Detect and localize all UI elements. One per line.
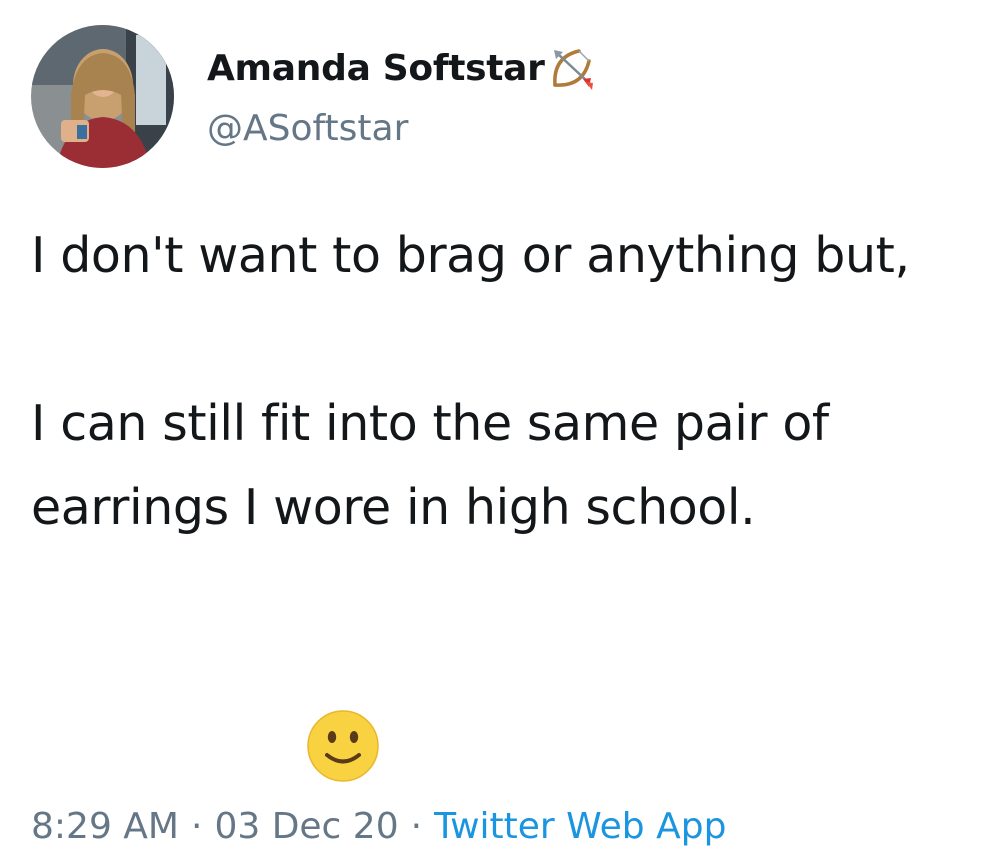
avatar[interactable] [31,25,174,168]
tweet-meta: 8:29 AM · 03 Dec 20 · Twitter Web App [31,806,726,847]
avatar-photo [31,25,174,168]
bow-and-arrow-icon [549,45,595,91]
slightly-smiling-face-icon [307,710,379,782]
meta-separator: · [190,806,203,847]
display-name-row: Amanda Softstar [207,40,595,96]
tweet-time[interactable]: 8:29 AM [31,806,179,847]
tweet-text: I don't want to brag or anything but, I … [31,227,910,536]
meta-separator: · [410,806,423,847]
tweet-card: Amanda Softstar @ASoftstar I don't want … [0,0,1008,867]
display-name[interactable]: Amanda Softstar [207,48,545,89]
tweet-date[interactable]: 03 Dec 20 [214,806,398,847]
user-handle[interactable]: @ASoftstar [207,108,408,149]
tweet-source-link[interactable]: Twitter Web App [434,806,726,847]
